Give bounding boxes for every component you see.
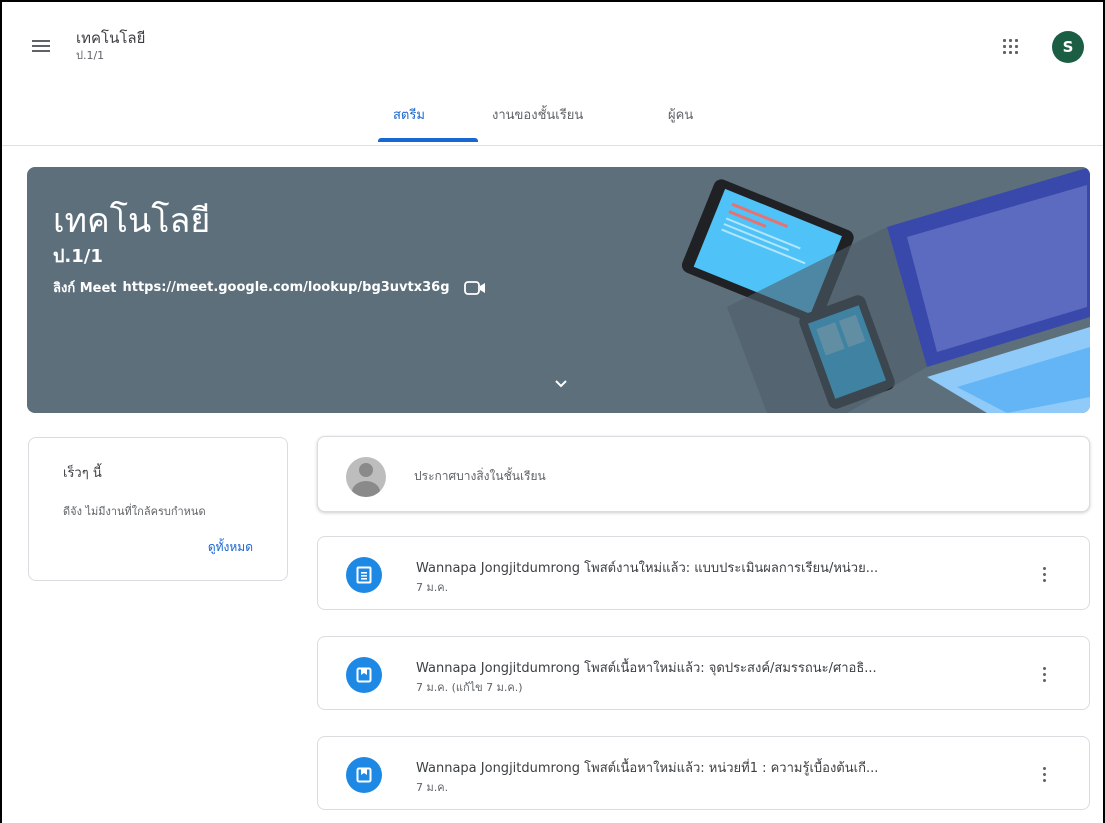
account-avatar[interactable]: S [1052, 31, 1084, 63]
stream-post[interactable]: Wannapa Jongjitdumrong โพสต์งานใหม่แล้ว:… [317, 536, 1090, 610]
class-section: ป.1/1 [76, 49, 105, 62]
banner-class-title: เทคโนโลยี [53, 201, 211, 241]
more-options-icon[interactable] [1040, 565, 1050, 585]
top-app-bar: เทคโนโลยี ป.1/1 S [2, 2, 1103, 88]
user-avatar [346, 457, 386, 497]
tab-bar: สตรีม งานของชั้นเรียน ผู้คน [2, 88, 1103, 146]
stream-post[interactable]: Wannapa Jongjitdumrong โพสต์เนื้อหาใหม่แ… [317, 736, 1090, 810]
apps-grid-icon[interactable] [1003, 39, 1019, 55]
tab-classwork[interactable]: งานของชั้นเรียน [492, 104, 583, 125]
material-icon [346, 757, 382, 793]
post-title[interactable]: Wannapa Jongjitdumrong โพสต์งานใหม่แล้ว:… [416, 557, 878, 578]
assignment-icon [346, 557, 382, 593]
more-options-icon[interactable] [1040, 765, 1050, 785]
material-icon [346, 657, 382, 693]
announce-box[interactable]: ประกาศบางสิ่งในชั้นเรียน [317, 436, 1090, 512]
post-title[interactable]: Wannapa Jongjitdumrong โพสต์เนื้อหาใหม่แ… [416, 757, 878, 778]
view-all-link[interactable]: ดูทั้งหมด [208, 538, 253, 557]
upcoming-card: เร็วๆ นี้ ดีจัง ไม่มีงานที่ใกล้ครบกำหนด … [28, 437, 288, 581]
tab-people[interactable]: ผู้คน [668, 104, 693, 125]
video-camera-icon[interactable] [463, 280, 486, 295]
upcoming-description: ดีจัง ไม่มีงานที่ใกล้ครบกำหนด [63, 505, 206, 518]
meet-link-row: ลิงก์ Meet https://meet.google.com/looku… [53, 277, 486, 298]
more-options-icon[interactable] [1040, 665, 1050, 685]
post-date: 7 ม.ค. [416, 581, 449, 594]
announce-placeholder[interactable]: ประกาศบางสิ่งในชั้นเรียน [414, 467, 546, 486]
class-banner: เทคโนโลยี ป.1/1 ลิงก์ Meet https://meet.… [27, 167, 1090, 413]
banner-section: ป.1/1 [53, 246, 103, 267]
upcoming-title: เร็วๆ นี้ [63, 466, 102, 481]
tab-stream[interactable]: สตรีม [393, 104, 425, 125]
post-title[interactable]: Wannapa Jongjitdumrong โพสต์เนื้อหาใหม่แ… [416, 657, 877, 678]
menu-icon[interactable] [32, 40, 52, 54]
post-date: 7 ม.ค. (แก้ไข 7 ม.ค.) [416, 681, 523, 694]
meet-label: ลิงก์ Meet [53, 281, 117, 296]
meet-link[interactable]: https://meet.google.com/lookup/bg3uvtx36… [123, 280, 450, 295]
stream-post[interactable]: Wannapa Jongjitdumrong โพสต์เนื้อหาใหม่แ… [317, 636, 1090, 710]
post-date: 7 ม.ค. [416, 781, 449, 794]
expand-chevron-icon[interactable] [552, 375, 570, 388]
active-tab-indicator [378, 138, 478, 142]
